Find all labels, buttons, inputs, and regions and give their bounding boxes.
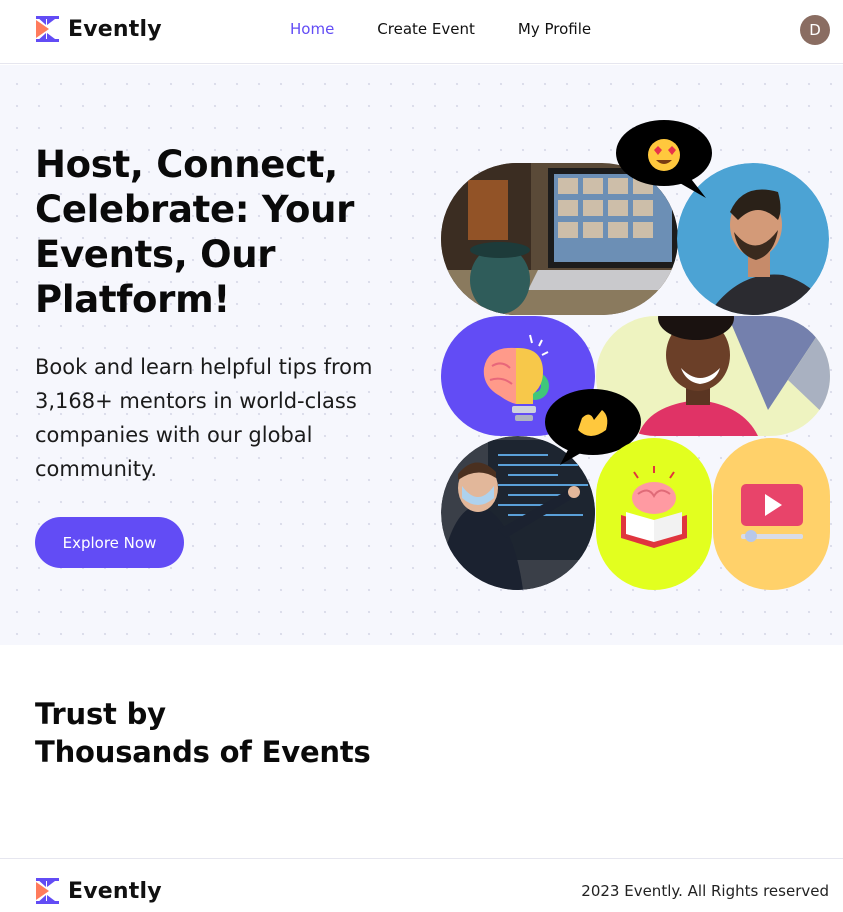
nav-create-event[interactable]: Create Event: [377, 20, 475, 38]
copyright-text: 2023 Evently. All Rights reserved: [581, 882, 829, 900]
evently-logo-icon: [36, 878, 59, 904]
brain-book-icon: [596, 438, 712, 590]
trust-title: Trust by Thousands of Events: [35, 695, 371, 771]
site-header: Evently Home Create Event My Profile D: [0, 0, 843, 64]
hero-title: Host, Connect, Celebrate: Your Events, O…: [35, 143, 355, 321]
video-play-icon: [713, 438, 830, 590]
user-avatar[interactable]: D: [800, 15, 830, 45]
hero-collage: [438, 120, 838, 600]
nav-my-profile[interactable]: My Profile: [518, 20, 591, 38]
nav-home[interactable]: Home: [290, 20, 334, 38]
brand-name: Evently: [68, 16, 162, 42]
hero-subtitle: Book and learn helpful tips from 3,168+ …: [35, 355, 373, 481]
trust-title-line2: Thousands of Events: [35, 735, 371, 769]
header-logo[interactable]: Evently: [34, 14, 162, 44]
hero-section: Host, Connect, Celebrate: Your Events, O…: [0, 65, 843, 645]
trust-title-line1: Trust by: [35, 697, 166, 731]
smiling-man-photo: [677, 163, 829, 315]
footer-brand-name: Evently: [68, 878, 162, 904]
evently-logo-icon: [36, 16, 59, 42]
footer-logo[interactable]: Evently: [34, 876, 162, 906]
site-footer: Evently 2023 Evently. All Rights reserve…: [0, 858, 843, 912]
laptop-video-call-photo: [441, 163, 678, 315]
presenter-screen-photo: [441, 436, 595, 590]
explore-now-button[interactable]: Explore Now: [35, 517, 184, 568]
main-nav: Home Create Event My Profile: [290, 20, 591, 38]
